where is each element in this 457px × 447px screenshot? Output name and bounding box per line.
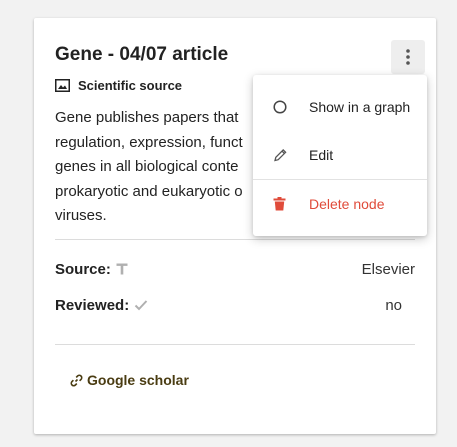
pencil-icon bbox=[273, 148, 288, 163]
kebab-icon bbox=[406, 49, 410, 65]
menu-item-label: Edit bbox=[309, 147, 334, 163]
field-value: no bbox=[385, 296, 402, 314]
link-icon bbox=[70, 374, 83, 387]
google-scholar-link[interactable]: Google scholar bbox=[70, 372, 189, 388]
field-value: Elsevier bbox=[361, 260, 415, 278]
field-label: Source: bbox=[55, 260, 111, 278]
image-icon bbox=[55, 79, 70, 92]
circle-icon bbox=[273, 100, 287, 114]
source-type: Scientific source bbox=[55, 78, 182, 93]
options-menu: Show in a graph Edit Delete node bbox=[253, 75, 427, 236]
divider bbox=[55, 344, 415, 345]
divider bbox=[55, 239, 415, 240]
source-type-label: Scientific source bbox=[78, 78, 183, 93]
card-title: Gene - 04/07 article bbox=[55, 44, 229, 65]
field-label: Reviewed: bbox=[55, 296, 130, 314]
text-icon bbox=[116, 263, 128, 275]
field-row-reviewed: Reviewed: no bbox=[55, 294, 415, 316]
check-icon bbox=[134, 299, 148, 311]
menu-item-show-graph[interactable]: Show in a graph bbox=[253, 83, 427, 131]
trash-icon bbox=[273, 197, 286, 211]
menu-item-label: Delete node bbox=[309, 196, 385, 212]
more-options-button[interactable] bbox=[391, 40, 425, 74]
field-row-source: Source: Elsevier bbox=[55, 258, 415, 280]
menu-item-delete-node[interactable]: Delete node bbox=[253, 180, 427, 228]
link-label: Google scholar bbox=[87, 372, 189, 388]
menu-item-label: Show in a graph bbox=[309, 99, 411, 115]
menu-item-edit[interactable]: Edit bbox=[253, 131, 427, 179]
